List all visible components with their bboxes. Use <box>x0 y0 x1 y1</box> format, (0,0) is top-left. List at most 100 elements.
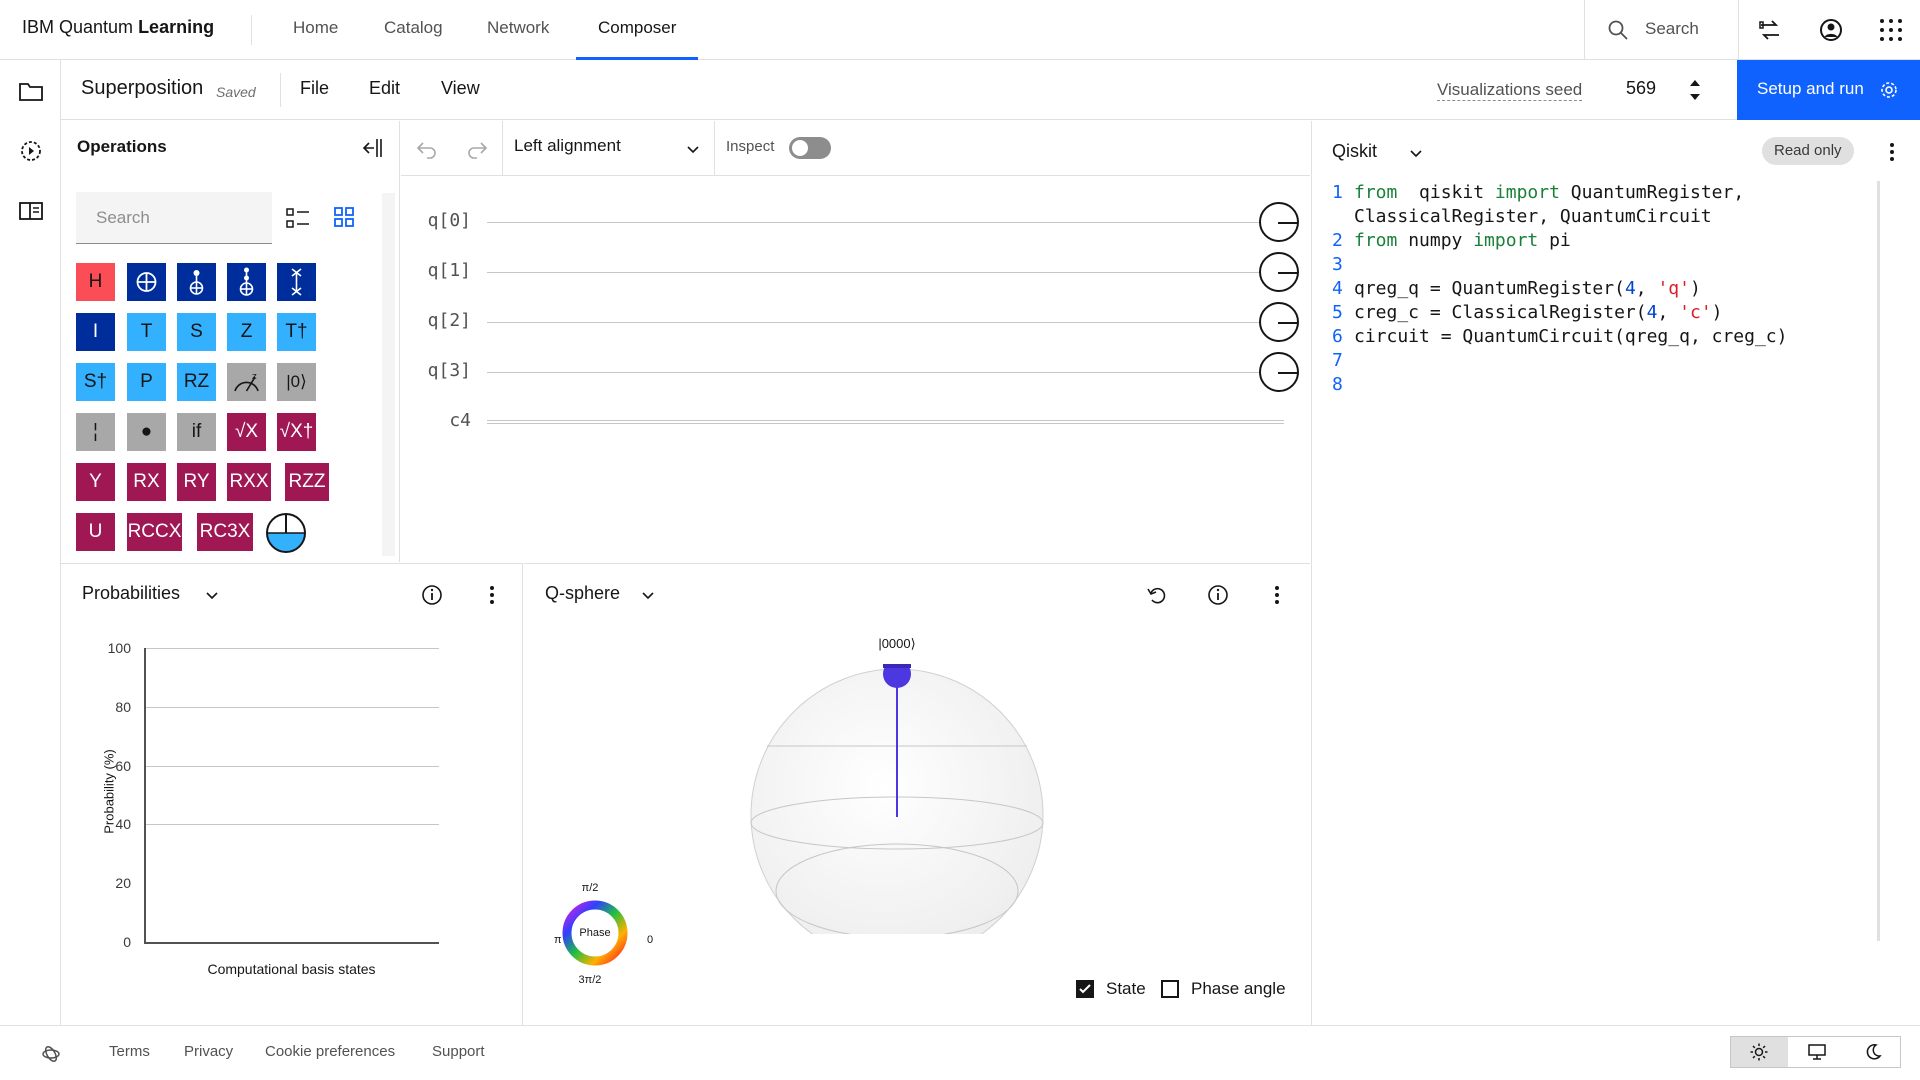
chevron-down-icon[interactable] <box>204 588 220 604</box>
operations-scrollbar[interactable] <box>382 193 395 556</box>
menu-edit[interactable]: Edit <box>369 78 400 99</box>
quantum-logo-icon[interactable] <box>40 1043 62 1065</box>
gate-tdg[interactable]: T† <box>277 313 316 351</box>
gate-control[interactable]: ● <box>127 413 166 451</box>
gate-reset[interactable]: |0⟩ <box>277 363 316 401</box>
gate-not[interactable] <box>127 263 166 301</box>
qubit-label[interactable]: q[3] <box>401 360 471 381</box>
qubit-wire[interactable] <box>487 222 1272 223</box>
qubit-measure-indicator[interactable] <box>1259 252 1299 292</box>
gate-y[interactable]: Y <box>76 463 115 501</box>
gate-s[interactable]: S <box>177 313 216 351</box>
code-scrollbar[interactable] <box>1877 181 1880 941</box>
gate-rz[interactable]: RZ <box>177 363 216 401</box>
gate-toffoli[interactable] <box>227 263 266 301</box>
qubit-label[interactable]: q[0] <box>401 210 471 231</box>
user-avatar-icon[interactable] <box>1815 14 1847 46</box>
qubit-wire[interactable] <box>487 272 1272 273</box>
gate-p[interactable]: P <box>127 363 166 401</box>
chevron-down-icon[interactable] <box>640 588 656 604</box>
qsphere-visualization[interactable] <box>744 664 1054 934</box>
footer-link-privacy[interactable]: Privacy <box>184 1043 233 1060</box>
circuit-name[interactable]: Superposition <box>81 77 203 100</box>
info-icon[interactable] <box>1207 584 1229 606</box>
nav-home[interactable]: Home <box>271 0 360 60</box>
collapse-panel-icon[interactable] <box>359 135 385 161</box>
gate-bloch-icon[interactable] <box>266 513 306 553</box>
switcher-icon[interactable] <box>1754 14 1786 46</box>
qubit-wire[interactable] <box>487 322 1272 323</box>
operations-search-input[interactable]: Search <box>76 192 272 244</box>
qubit-label[interactable]: q[2] <box>401 310 471 331</box>
app-grid-icon[interactable] <box>1875 14 1907 46</box>
overflow-menu-icon[interactable] <box>1882 141 1902 163</box>
gate-rxx[interactable]: RXX <box>227 463 271 501</box>
qubit-measure-indicator[interactable] <box>1259 202 1299 242</box>
gate-t[interactable]: T <box>127 313 166 351</box>
circuit-canvas[interactable]: q[0] q[1] q[2] q[3] c4 <box>401 176 1310 562</box>
visualizations-seed-label[interactable]: Visualizations seed <box>1437 80 1583 101</box>
gate-swap[interactable] <box>277 263 316 301</box>
qubit-measure-indicator[interactable] <box>1259 302 1299 342</box>
inspect-toggle[interactable] <box>789 137 831 159</box>
nav-catalog[interactable]: Catalog <box>362 0 465 60</box>
state-checkbox[interactable] <box>1076 980 1094 998</box>
nav-network[interactable]: Network <box>465 0 571 60</box>
chevron-down-icon[interactable] <box>685 142 701 158</box>
overflow-menu-icon[interactable] <box>1267 584 1287 606</box>
language-dropdown[interactable]: Qiskit <box>1332 141 1377 162</box>
seed-stepper-icon[interactable] <box>1686 74 1704 106</box>
theme-dark-button[interactable] <box>1845 1037 1902 1067</box>
folder-icon[interactable] <box>17 77 45 105</box>
overflow-menu-icon[interactable] <box>482 584 502 606</box>
phase-angle-checkbox-label[interactable]: Phase angle <box>1191 979 1286 999</box>
probabilities-dropdown[interactable]: Probabilities <box>82 583 180 604</box>
chevron-down-icon[interactable] <box>1408 146 1424 162</box>
gate-h[interactable]: H <box>76 263 115 301</box>
menu-file[interactable]: File <box>300 78 329 99</box>
footer-link-terms[interactable]: Terms <box>109 1043 150 1060</box>
nav-composer[interactable]: Composer <box>576 0 699 60</box>
info-icon[interactable] <box>421 584 443 606</box>
qubit-wire[interactable] <box>487 372 1272 373</box>
undo-icon[interactable] <box>415 137 439 161</box>
gate-cnot[interactable] <box>177 263 216 301</box>
qubit-label[interactable]: q[1] <box>401 260 471 281</box>
qubit-measure-indicator[interactable] <box>1259 352 1299 392</box>
code-line: 2 from numpy import pi <box>1332 229 1571 253</box>
footer-link-support[interactable]: Support <box>432 1043 485 1060</box>
state-checkbox-label[interactable]: State <box>1106 979 1146 999</box>
gate-rccx[interactable]: RCCX <box>127 513 182 551</box>
gate-z[interactable]: Z <box>227 313 266 351</box>
gate-measure[interactable]: z <box>227 363 266 401</box>
seed-input[interactable]: 569 <box>1626 78 1656 99</box>
gate-ry[interactable]: RY <box>177 463 216 501</box>
grid-view-icon[interactable] <box>331 204 357 230</box>
panel-layout-icon[interactable] <box>17 197 45 225</box>
history-icon[interactable] <box>17 137 45 165</box>
brand-logo[interactable]: IBM Quantum Learning <box>22 17 214 38</box>
header-search[interactable]: Search <box>1584 0 1739 60</box>
gate-sdg[interactable]: S† <box>76 363 115 401</box>
theme-light-button[interactable] <box>1731 1037 1788 1067</box>
gate-rx[interactable]: RX <box>127 463 166 501</box>
gate-u[interactable]: U <box>76 513 115 551</box>
gate-rzz[interactable]: RZZ <box>285 463 329 501</box>
gate-barrier[interactable]: ¦ <box>76 413 115 451</box>
reset-view-icon[interactable] <box>1146 584 1168 606</box>
footer-link-cookie-preferences[interactable]: Cookie preferences <box>265 1043 395 1060</box>
redo-icon[interactable] <box>465 137 489 161</box>
menu-view[interactable]: View <box>441 78 480 99</box>
gate-sxdg[interactable]: √X† <box>277 413 316 451</box>
setup-and-run-button[interactable]: Setup and run <box>1737 60 1920 120</box>
gate-sx[interactable]: √X <box>227 413 266 451</box>
qsphere-dropdown[interactable]: Q-sphere <box>545 583 620 604</box>
phase-angle-checkbox[interactable] <box>1161 980 1179 998</box>
alignment-dropdown[interactable]: Left alignment <box>514 136 621 156</box>
gate-i[interactable]: I <box>76 313 115 351</box>
classical-wire[interactable] <box>487 420 1284 424</box>
gate-if[interactable]: if <box>177 413 216 451</box>
list-view-icon[interactable] <box>284 204 312 232</box>
gate-rc3x[interactable]: RC3X <box>197 513 253 551</box>
theme-system-button[interactable] <box>1788 1037 1845 1067</box>
